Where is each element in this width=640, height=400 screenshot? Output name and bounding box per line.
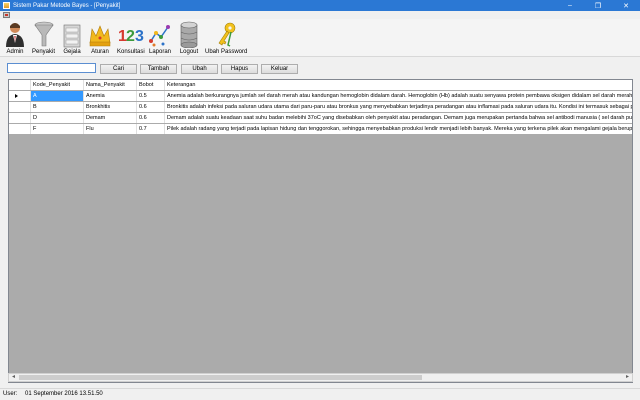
cell-bobot[interactable]: 0.6: [137, 113, 165, 123]
cell-nama[interactable]: Bronkhitis: [84, 102, 137, 112]
toolbar-penyakit-label: Penyakit: [32, 49, 56, 55]
svg-text:2: 2: [126, 28, 135, 45]
row-selector[interactable]: [9, 124, 31, 134]
toolbar-laporan-label: Laporan: [149, 49, 172, 55]
funnel-icon: [33, 21, 54, 47]
table-header: Kode_Penyakit Nama_Penyakit Bobot Ketera…: [9, 80, 632, 90]
toolbar: Admin Penyakit Gejala Aturan 1 2 3 Konsu…: [0, 19, 640, 57]
status-bar: User: 01 September 2016 13.51.50: [0, 388, 640, 400]
toolbar-konsultasi-button[interactable]: 1 2 3 Konsultasi: [117, 21, 145, 55]
app-icon: [3, 2, 10, 9]
cell-nama[interactable]: Demam: [84, 113, 137, 123]
cell-bobot[interactable]: 0.6: [137, 102, 165, 112]
row-selector[interactable]: [9, 113, 31, 123]
maximize-button[interactable]: ❐: [584, 0, 612, 11]
toolbar-logout-label: Logout: [179, 49, 199, 55]
scroll-left-icon[interactable]: ◂: [9, 374, 18, 381]
toolbar-ubah-password-label: Ubah Password: [205, 49, 248, 55]
cell-kode[interactable]: D: [31, 113, 84, 123]
table-row[interactable]: A Anemia 0.5 Anemia adalah berkurangnya …: [9, 91, 632, 101]
toolbar-admin-button[interactable]: Admin: [4, 21, 26, 55]
column-header-bobot[interactable]: Bobot: [137, 80, 165, 90]
column-header-keterangan[interactable]: Keterangan: [165, 80, 632, 90]
cell-keterangan[interactable]: Anemia adalah berkurangnya jumlah sel da…: [165, 91, 632, 101]
toolbar-gejala-label: Gejala: [63, 49, 81, 55]
toolbar-penyakit-button[interactable]: Penyakit: [32, 21, 55, 55]
cari-button[interactable]: Cari: [100, 64, 137, 74]
row-selector[interactable]: [9, 102, 31, 112]
cell-kode[interactable]: F: [31, 124, 84, 134]
cell-nama[interactable]: Anemia: [84, 91, 137, 101]
toolbar-laporan-button[interactable]: Laporan: [149, 21, 171, 55]
row-selector[interactable]: [9, 91, 31, 101]
cell-bobot[interactable]: 0.5: [137, 91, 165, 101]
svg-text:3: 3: [135, 28, 144, 45]
toolbar-konsultasi-label: Konsultasi: [117, 49, 145, 55]
chart-icon: [149, 25, 171, 47]
status-user-label: User:: [3, 391, 18, 397]
penyakit-data-grid[interactable]: Kode_Penyakit Nama_Penyakit Bobot Ketera…: [8, 79, 633, 383]
column-header-kode[interactable]: Kode_Penyakit: [31, 80, 84, 90]
table-row[interactable]: B Bronkhitis 0.6 Bronkitis adalah infeks…: [9, 102, 632, 112]
status-datetime: 01 September 2016 13.51.50: [25, 391, 103, 397]
column-header-nama[interactable]: Nama_Penyakit: [84, 80, 137, 90]
scrollbar-thumb[interactable]: [19, 375, 422, 380]
cell-bobot[interactable]: 0.7: [137, 124, 165, 134]
title-bar: Sistem Pakar Metode Bayes - [Penyakit] –…: [0, 0, 640, 11]
window-title: Sistem Pakar Metode Bayes - [Penyakit]: [13, 2, 121, 9]
cell-keterangan[interactable]: Bronkitis adalah infeksi pada saluran ud…: [165, 102, 632, 112]
mdi-child-icon[interactable]: [3, 12, 10, 18]
toolbar-aturan-button[interactable]: Aturan: [89, 21, 111, 55]
horizontal-scrollbar[interactable]: ◂ ▸: [8, 373, 633, 382]
cell-nama[interactable]: Flu: [84, 124, 137, 134]
menu-strip: [0, 11, 640, 19]
cabinet-icon: [63, 24, 81, 48]
admin-user-icon: [6, 23, 24, 47]
current-row-arrow-icon: [15, 93, 18, 98]
database-icon: [180, 21, 198, 48]
toolbar-logout-button[interactable]: Logout: [178, 21, 200, 55]
keys-icon: [218, 22, 236, 47]
toolbar-admin-label: Admin: [6, 49, 24, 55]
search-input[interactable]: [7, 63, 96, 73]
close-button[interactable]: ✕: [612, 0, 640, 11]
toolbar-gejala-button[interactable]: Gejala: [61, 21, 83, 55]
action-row: Cari Tambah Ubah Hapus Keluar: [0, 58, 640, 78]
numbers-123-icon: 1 2 3: [118, 28, 144, 45]
row-header-corner[interactable]: [9, 80, 31, 90]
crown-icon: [89, 25, 111, 47]
scroll-right-icon[interactable]: ▸: [623, 374, 632, 381]
table-row[interactable]: D Demam 0.6 Demam adalah suatu keadaan s…: [9, 113, 632, 123]
cell-kode[interactable]: B: [31, 102, 84, 112]
cell-kode[interactable]: A: [31, 91, 84, 101]
ubah-button[interactable]: Ubah: [181, 64, 218, 74]
hapus-button[interactable]: Hapus: [221, 64, 258, 74]
table-row[interactable]: F Flu 0.7 Pilek adalah radang yang terja…: [9, 124, 632, 134]
cell-keterangan[interactable]: Demam adalah suatu keadaan saat suhu bad…: [165, 113, 632, 123]
toolbar-ubah-password-button[interactable]: Ubah Password: [205, 21, 247, 55]
minimize-button[interactable]: –: [556, 0, 584, 11]
tambah-button[interactable]: Tambah: [140, 64, 177, 74]
toolbar-aturan-label: Aturan: [91, 49, 109, 55]
cell-keterangan[interactable]: Pilek adalah radang yang terjadi pada la…: [165, 124, 632, 134]
keluar-button[interactable]: Keluar: [261, 64, 298, 74]
